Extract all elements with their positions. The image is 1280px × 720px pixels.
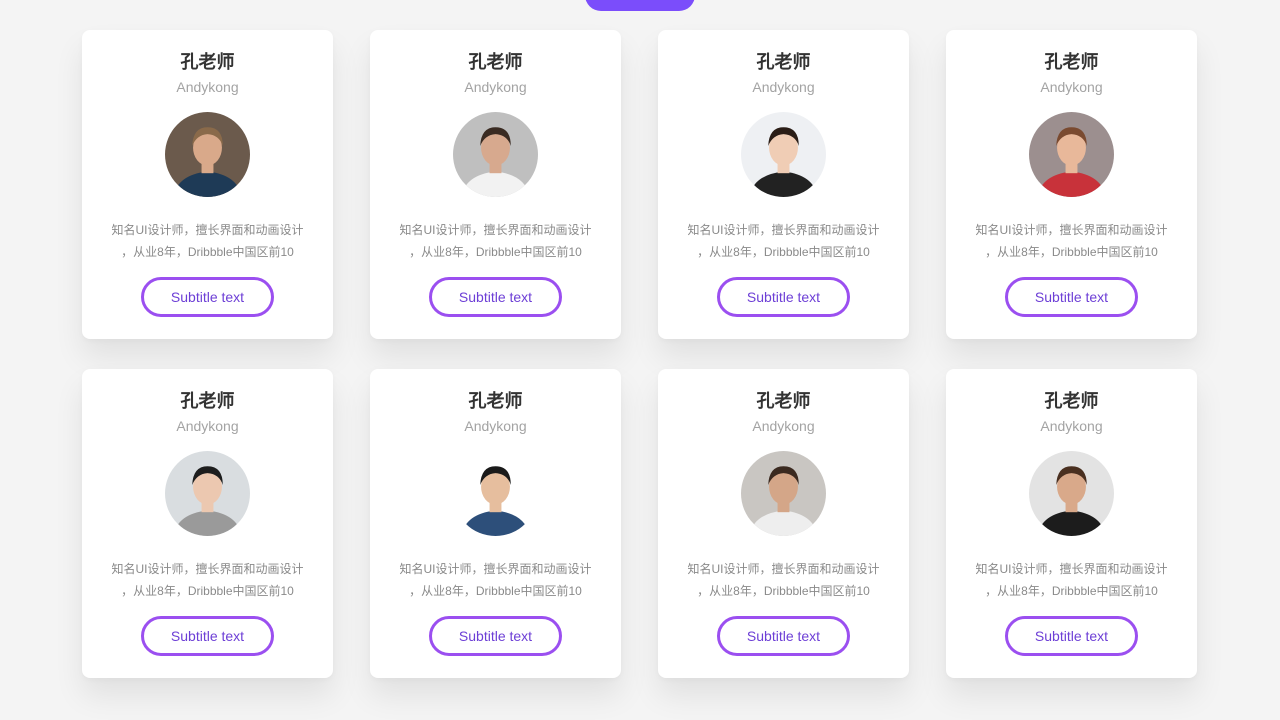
description-line: ，从业8年，Dribbble中国区前10 [985,245,1158,259]
teacher-card: 孔老师 Andykong 知名UI设计师，擅长界面和动画设计 ，从业8年，Dri… [370,30,621,339]
person-photo-icon [1029,451,1114,536]
person-photo-icon [453,451,538,536]
teacher-description: 知名UI设计师，擅长界面和动画设计 ，从业8年，Dribbble中国区前10 [108,219,308,263]
description-line: ，从业8年，Dribbble中国区前10 [121,245,294,259]
teacher-card: 孔老师 Andykong 知名UI设计师，擅长界面和动画设计 ，从业8年，Dri… [946,369,1197,678]
description-line: ，从业8年，Dribbble中国区前10 [121,584,294,598]
teacher-handle: Andykong [176,418,239,434]
avatar [165,112,250,197]
teacher-name: 孔老师 [180,391,235,411]
description-line: 知名UI设计师，擅长界面和动画设计 [111,223,304,237]
avatar [1029,112,1114,197]
page: 孔老师 Andykong 知名UI设计师，擅长界面和动画设计 ，从业8年，Dri… [0,0,1280,720]
subtitle-button[interactable]: Subtitle text [717,277,850,317]
teacher-description: 知名UI设计师，擅长界面和动画设计 ，从业8年，Dribbble中国区前10 [684,558,884,602]
subtitle-button[interactable]: Subtitle text [429,277,562,317]
person-photo-icon [165,112,250,197]
subtitle-button[interactable]: Subtitle text [717,616,850,656]
avatar [165,451,250,536]
teacher-name: 孔老师 [1044,52,1099,72]
description-line: 知名UI设计师，擅长界面和动画设计 [399,223,592,237]
subtitle-button[interactable]: Subtitle text [141,277,274,317]
subtitle-button[interactable]: Subtitle text [1005,277,1138,317]
teacher-handle: Andykong [464,418,527,434]
avatar [741,451,826,536]
avatar [453,451,538,536]
teacher-card-grid: 孔老师 Andykong 知名UI设计师，擅长界面和动画设计 ，从业8年，Dri… [82,30,1197,678]
subtitle-button[interactable]: Subtitle text [1005,616,1138,656]
teacher-card: 孔老师 Andykong 知名UI设计师，擅长界面和动画设计 ，从业8年，Dri… [82,369,333,678]
teacher-name: 孔老师 [180,52,235,72]
teacher-description: 知名UI设计师，擅长界面和动画设计 ，从业8年，Dribbble中国区前10 [972,219,1172,263]
teacher-card: 孔老师 Andykong 知名UI设计师，擅长界面和动画设计 ，从业8年，Dri… [82,30,333,339]
subtitle-button[interactable]: Subtitle text [429,616,562,656]
teacher-handle: Andykong [752,79,815,95]
description-line: ，从业8年，Dribbble中国区前10 [985,584,1158,598]
teacher-name: 孔老师 [756,52,811,72]
teacher-card: 孔老师 Andykong 知名UI设计师，擅长界面和动画设计 ，从业8年，Dri… [658,369,909,678]
avatar [741,112,826,197]
person-photo-icon [741,112,826,197]
description-line: 知名UI设计师，擅长界面和动画设计 [687,562,880,576]
description-line: ，从业8年，Dribbble中国区前10 [409,584,582,598]
description-line: 知名UI设计师，擅长界面和动画设计 [975,223,1168,237]
teacher-card: 孔老师 Andykong 知名UI设计师，擅长界面和动画设计 ，从业8年，Dri… [658,30,909,339]
teacher-description: 知名UI设计师，擅长界面和动画设计 ，从业8年，Dribbble中国区前10 [684,219,884,263]
teacher-name: 孔老师 [468,391,523,411]
teacher-handle: Andykong [464,79,527,95]
description-line: 知名UI设计师，擅长界面和动画设计 [111,562,304,576]
subtitle-button[interactable]: Subtitle text [141,616,274,656]
teacher-description: 知名UI设计师，擅长界面和动画设计 ，从业8年，Dribbble中国区前10 [396,558,596,602]
description-line: ，从业8年，Dribbble中国区前10 [697,245,870,259]
description-line: 知名UI设计师，擅长界面和动画设计 [399,562,592,576]
teacher-card: 孔老师 Andykong 知名UI设计师，擅长界面和动画设计 ，从业8年，Dri… [946,30,1197,339]
teacher-name: 孔老师 [756,391,811,411]
teacher-description: 知名UI设计师，擅长界面和动画设计 ，从业8年，Dribbble中国区前10 [108,558,308,602]
description-line: 知名UI设计师，擅长界面和动画设计 [975,562,1168,576]
person-photo-icon [1029,112,1114,197]
description-line: ，从业8年，Dribbble中国区前10 [409,245,582,259]
teacher-handle: Andykong [1040,418,1103,434]
teacher-description: 知名UI设计师，擅长界面和动画设计 ，从业8年，Dribbble中国区前10 [972,558,1172,602]
description-line: 知名UI设计师，擅长界面和动画设计 [687,223,880,237]
description-line: ，从业8年，Dribbble中国区前10 [697,584,870,598]
person-photo-icon [165,451,250,536]
teacher-name: 孔老师 [1044,391,1099,411]
teacher-handle: Andykong [1040,79,1103,95]
teacher-handle: Andykong [752,418,815,434]
teacher-name: 孔老师 [468,52,523,72]
top-tab[interactable] [585,0,695,11]
teacher-handle: Andykong [176,79,239,95]
person-photo-icon [453,112,538,197]
avatar [453,112,538,197]
avatar [1029,451,1114,536]
teacher-card: 孔老师 Andykong 知名UI设计师，擅长界面和动画设计 ，从业8年，Dri… [370,369,621,678]
person-photo-icon [741,451,826,536]
teacher-description: 知名UI设计师，擅长界面和动画设计 ，从业8年，Dribbble中国区前10 [396,219,596,263]
